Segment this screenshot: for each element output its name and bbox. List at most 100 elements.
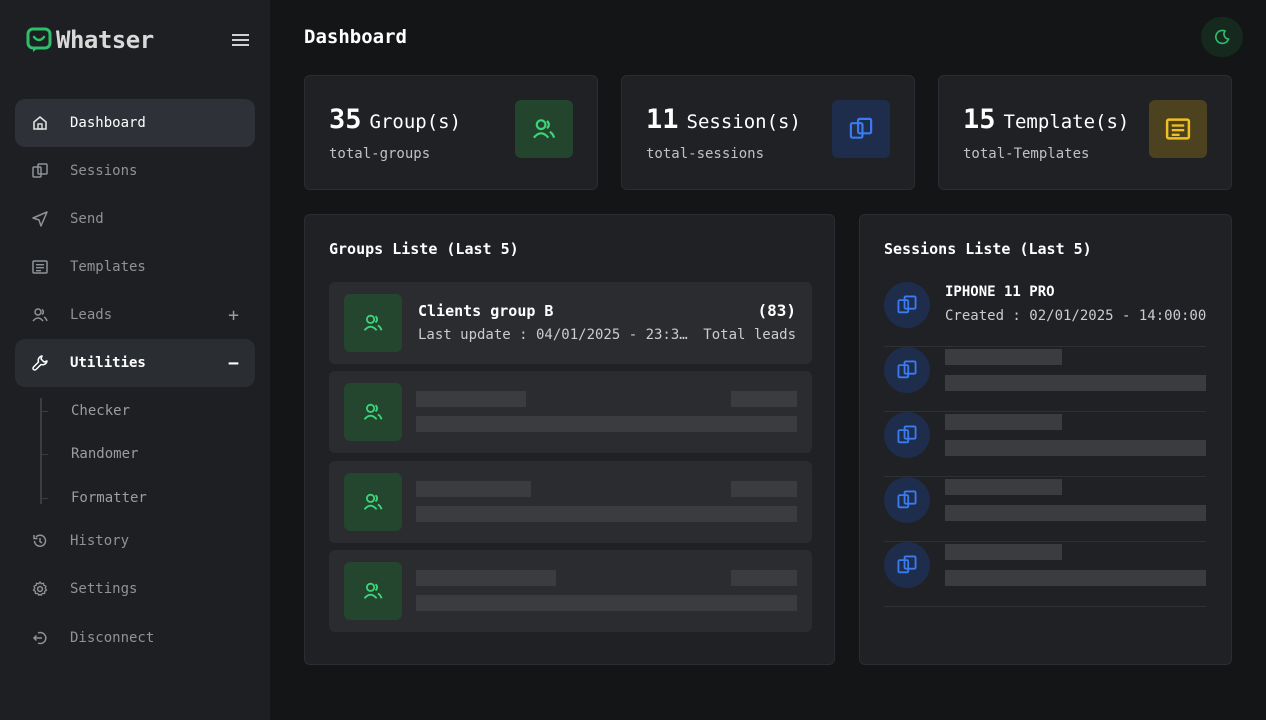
hamburger-menu-icon[interactable]	[230, 30, 252, 50]
expand-plus-icon[interactable]: +	[228, 305, 239, 326]
session-avatar	[884, 347, 930, 393]
submenu-item-randomer[interactable]: Randomer	[40, 443, 138, 465]
sidebar-item-label: Utilities	[70, 355, 146, 371]
skeleton-bar	[416, 416, 797, 432]
skeleton-bar	[945, 349, 1062, 365]
submenu-item-label: Randomer	[71, 446, 139, 462]
session-row-skeleton	[884, 542, 1206, 607]
stat-icon-box	[515, 100, 573, 158]
skeleton-bar	[731, 481, 797, 497]
home-icon	[33, 115, 47, 130]
template-icon	[1165, 118, 1191, 140]
theme-toggle-button[interactable]	[1201, 17, 1243, 57]
sidebar-item-label: Dashboard	[70, 115, 146, 131]
sidebar-item-label: Templates	[70, 259, 146, 275]
stat-value: 15 Template(s)	[963, 104, 1129, 135]
stat-icon-box	[832, 100, 890, 158]
submenu-item-formatter[interactable]: Formatter	[40, 487, 147, 509]
skeleton-bar	[945, 479, 1062, 495]
skeleton-bar	[945, 505, 1206, 521]
gear-icon	[32, 581, 48, 596]
tree-branch	[40, 410, 48, 412]
stat-value: 35 Group(s)	[329, 104, 461, 135]
group-avatar	[344, 562, 402, 620]
group-last-update: Last update : 04/01/2025 - 23:30:00	[418, 327, 690, 343]
skeleton-bar	[416, 481, 531, 497]
group-total-leads-label: Total leads	[703, 327, 796, 343]
group-row[interactable]: Clients group B (83) Last update : 04/01…	[329, 282, 812, 364]
session-row-skeleton	[884, 347, 1206, 412]
sidebar-item-templates[interactable]: Templates	[15, 243, 255, 291]
sidebar-item-label: Sessions	[70, 163, 138, 179]
group-row-skeleton	[329, 550, 812, 632]
sidebar-item-send[interactable]: Send	[15, 195, 255, 243]
group-avatar	[344, 294, 402, 352]
session-avatar	[884, 412, 930, 458]
skeleton-bar	[945, 440, 1206, 456]
sidebar-item-utilities[interactable]: Utilities −	[15, 339, 255, 387]
sessions-panel: Sessions Liste (Last 5) IPHONE 11 PRO Cr…	[859, 214, 1232, 665]
session-row-skeleton	[884, 412, 1206, 477]
users-icon	[363, 493, 383, 510]
sidebar-item-label: Disconnect	[70, 630, 155, 646]
skeleton-bar	[731, 391, 797, 407]
skeleton-bar	[945, 375, 1206, 391]
collapse-minus-icon[interactable]: −	[228, 353, 239, 374]
stat-unit: Template(s)	[1003, 111, 1130, 133]
sidebar: Whatser Dashboard Sessions Send Template…	[0, 0, 270, 720]
users-icon	[363, 403, 383, 420]
stat-value: 11 Session(s)	[646, 104, 801, 135]
stat-card-templates: 15 Template(s) total-Templates	[938, 75, 1232, 190]
group-name: Clients group B	[418, 302, 554, 320]
group-avatar	[344, 383, 402, 441]
brand[interactable]: Whatser	[26, 26, 154, 54]
template-icon	[32, 260, 48, 274]
users-icon	[363, 582, 383, 599]
wrench-icon	[32, 355, 48, 371]
skeleton-bar	[416, 595, 797, 611]
submenu-item-checker[interactable]: Checker	[40, 400, 130, 422]
chat-bubble-icon	[26, 27, 52, 52]
skeleton-bar	[731, 570, 797, 586]
session-avatar	[884, 477, 930, 523]
group-row-skeleton	[329, 461, 812, 543]
sidebar-item-settings[interactable]: Settings	[15, 565, 255, 613]
stat-number: 11	[646, 104, 679, 135]
sidebar-item-disconnect[interactable]: Disconnect	[15, 614, 255, 662]
sidebar-item-sessions[interactable]: Sessions	[15, 147, 255, 195]
users-icon	[32, 308, 48, 322]
skeleton-bar	[416, 570, 556, 586]
panel-title: Groups Liste (Last 5)	[329, 240, 519, 258]
session-row-skeleton	[884, 477, 1206, 542]
session-name: IPHONE 11 PRO	[945, 284, 1055, 300]
devices-icon	[897, 555, 917, 574]
submenu-item-label: Formatter	[71, 490, 147, 506]
session-row[interactable]: IPHONE 11 PRO Created : 02/01/2025 - 14:…	[884, 282, 1206, 347]
devices-icon	[897, 425, 917, 444]
sidebar-item-label: Leads	[70, 307, 113, 323]
users-icon	[533, 119, 556, 139]
stat-unit: Group(s)	[369, 111, 462, 133]
sidebar-item-label: Settings	[70, 581, 138, 597]
skeleton-bar	[416, 506, 797, 522]
session-avatar	[884, 542, 930, 588]
sidebar-item-label: History	[70, 533, 130, 549]
history-icon	[33, 534, 47, 547]
send-icon	[32, 211, 48, 227]
submenu-item-label: Checker	[71, 403, 131, 419]
page-title: Dashboard	[304, 26, 407, 48]
sidebar-item-history[interactable]: History	[15, 517, 255, 565]
stat-caption: total-groups	[329, 146, 431, 162]
brand-name: Whatser	[56, 26, 154, 54]
stat-unit: Session(s)	[686, 111, 801, 133]
sidebar-item-leads[interactable]: Leads +	[15, 291, 255, 339]
stat-icon-box	[1149, 100, 1207, 158]
devices-icon	[897, 360, 917, 379]
devices-icon	[897, 295, 917, 314]
stat-caption: total-sessions	[646, 146, 765, 162]
sidebar-item-dashboard[interactable]: Dashboard	[15, 99, 255, 147]
users-icon	[363, 314, 383, 331]
skeleton-bar	[945, 414, 1062, 430]
session-avatar	[884, 282, 930, 328]
moon-icon	[1215, 29, 1230, 45]
